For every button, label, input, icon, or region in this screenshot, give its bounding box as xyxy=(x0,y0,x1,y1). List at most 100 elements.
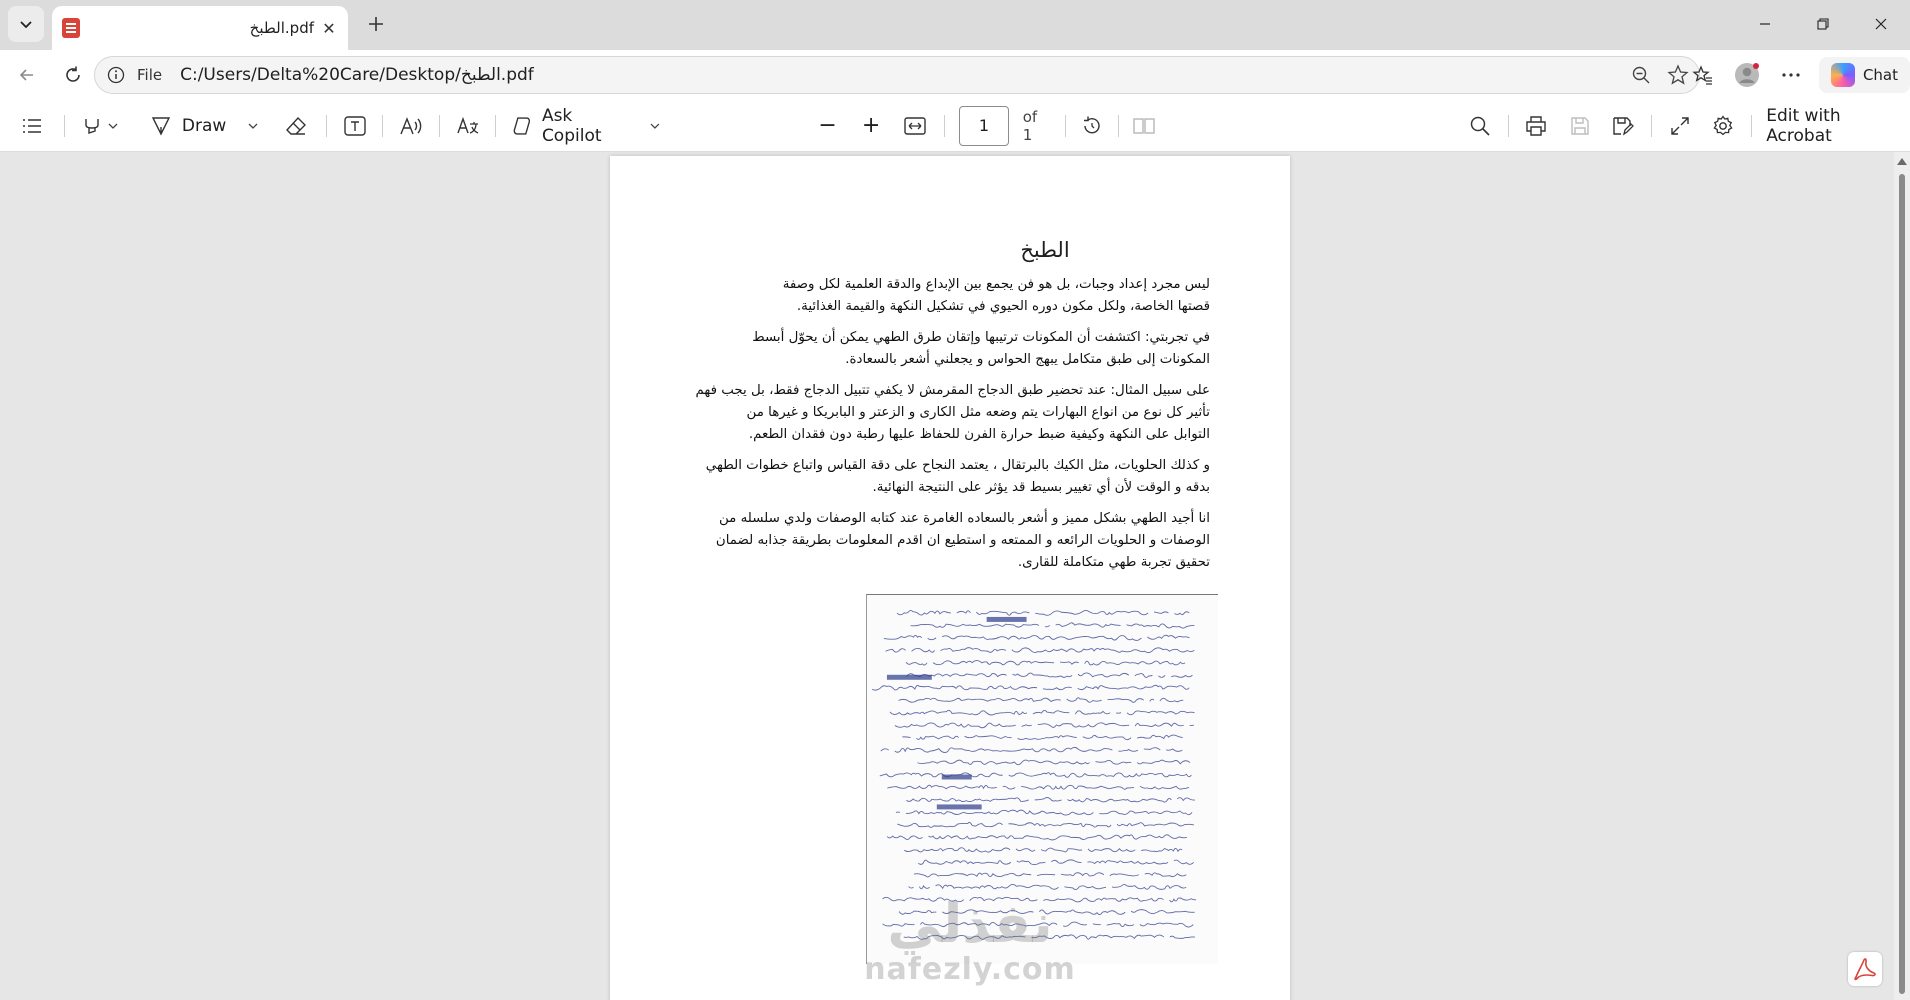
save-button xyxy=(1560,106,1600,146)
add-text-button[interactable] xyxy=(335,106,375,146)
fit-to-page-button[interactable] xyxy=(895,106,935,146)
acrobat-button[interactable] xyxy=(1848,952,1882,986)
address-bar[interactable]: File C:/Users/Delta%20Care/Desktop/الطبخ… xyxy=(94,56,1700,94)
restore-button[interactable] xyxy=(1794,0,1852,48)
handwriting-stroke xyxy=(871,684,1190,691)
rotate-button[interactable] xyxy=(1072,106,1112,146)
handwritten-manuscript-image xyxy=(866,594,1218,964)
scroll-up-arrow[interactable] xyxy=(1897,158,1907,165)
toolbar-separator xyxy=(1651,114,1653,137)
profile-icon xyxy=(1734,63,1759,87)
handwriting-stroke xyxy=(913,872,1187,878)
draw-icon xyxy=(151,116,171,136)
save-as-button[interactable] xyxy=(1604,106,1644,146)
handwriting-stroke xyxy=(887,784,1190,790)
handwriting-stroke xyxy=(898,909,1195,916)
paragraph-line: الوصفات و الحلويات الرائعه و الممتعه و ا… xyxy=(715,533,1210,548)
chevron-down-icon xyxy=(108,123,118,129)
paragraph-line: المكونات إلى طبق متكامل يبهج الحواس و يج… xyxy=(845,352,1210,367)
copilot-icon xyxy=(1830,63,1855,87)
handwriting-stroke xyxy=(889,709,1195,716)
title-bar: الطبخ.pdf ✕ xyxy=(0,0,1910,50)
handwriting-stroke xyxy=(900,661,1185,665)
fullscreen-button[interactable] xyxy=(1660,106,1700,146)
handwriting-stroke xyxy=(885,647,1195,654)
site-info-button[interactable] xyxy=(105,64,127,86)
tab-list-icon xyxy=(20,21,32,29)
highlight-button[interactable] xyxy=(73,106,128,146)
save-icon xyxy=(1571,116,1589,135)
handwriting-stroke xyxy=(905,623,1195,628)
print-button[interactable] xyxy=(1517,106,1557,146)
zoom-in-button[interactable]: + xyxy=(851,106,891,146)
translate-icon xyxy=(456,116,478,134)
find-button[interactable] xyxy=(1460,106,1500,146)
eraser-button[interactable] xyxy=(276,106,316,146)
more-button[interactable] xyxy=(1769,55,1813,95)
search-icon xyxy=(1470,116,1490,136)
back-button[interactable] xyxy=(10,58,44,92)
page-total-label: of 1 xyxy=(1022,107,1038,144)
favorites-icon xyxy=(1692,65,1712,85)
read-aloud-button[interactable] xyxy=(391,106,431,146)
toolbar-separator xyxy=(382,114,384,137)
profile-button[interactable] xyxy=(1725,55,1769,95)
zoom-out-button[interactable]: − xyxy=(808,106,848,146)
chat-label: Chat xyxy=(1862,66,1898,84)
copilot-chat-button[interactable]: Chat xyxy=(1818,57,1910,93)
window-close-icon xyxy=(1875,18,1887,30)
draw-button[interactable]: Draw xyxy=(150,106,258,146)
paragraph-3: على سبيل المثال: عند تحضير طبق الدجاج ال… xyxy=(670,380,1211,446)
scrollbar-thumb[interactable] xyxy=(1899,174,1905,994)
paragraph-line: تأثير كل نوع من انواع البهارات يتم وضعه … xyxy=(746,405,1210,420)
edit-with-acrobat-button[interactable]: Edit with Acrobat xyxy=(1766,106,1910,146)
toolbar-right: Chat xyxy=(1681,50,1910,100)
window-close-button[interactable] xyxy=(1852,0,1910,48)
favorites-button[interactable] xyxy=(1681,55,1725,95)
pdf-viewer[interactable]: الطبخ ليس مجرد إعداد وجبات، بل هو فن يجم… xyxy=(0,152,1910,1000)
handwriting-stroke xyxy=(918,859,1194,866)
browser-tab-active[interactable]: الطبخ.pdf ✕ xyxy=(52,6,348,50)
pdf-settings-button[interactable] xyxy=(1704,106,1744,146)
ink-scratch xyxy=(941,774,972,780)
paragraph-line: التوابل على النكهة وكيفية ضبط حرارة الفر… xyxy=(748,427,1210,442)
print-icon xyxy=(1526,115,1547,136)
back-icon xyxy=(19,69,33,81)
copilot-icon xyxy=(513,116,531,135)
save-as-icon xyxy=(1613,116,1635,135)
minimize-button[interactable] xyxy=(1736,0,1794,48)
handwriting-stroke xyxy=(903,934,1196,940)
handwriting-stroke xyxy=(917,759,1191,766)
page-number-input[interactable]: 1 xyxy=(959,105,1009,146)
ask-copilot-button[interactable]: Ask Copilot xyxy=(510,106,660,146)
ink-scratch xyxy=(986,616,1027,622)
paragraph-4: و كذلك الحلويات، مثل الكيك بالبرتقال ، ي… xyxy=(670,455,1210,499)
text-box-icon xyxy=(343,115,366,136)
paragraph-5: انا أجيد الطهي بشكل مميز و أشعر بالسعاده… xyxy=(670,508,1210,574)
handwriting-scan xyxy=(871,610,1218,940)
url-text[interactable]: C:/Users/Delta%20Care/Desktop/الطبخ.pdf xyxy=(180,65,534,85)
handwriting-stroke xyxy=(879,772,1192,778)
pdf-page: الطبخ ليس مجرد إعداد وجبات، بل هو فن يجم… xyxy=(610,156,1290,1000)
translate-button[interactable] xyxy=(448,106,488,146)
tab-close-button[interactable]: ✕ xyxy=(320,19,338,38)
restore-icon xyxy=(1817,18,1829,30)
toolbar-separator xyxy=(325,114,327,137)
read-aloud-icon xyxy=(400,116,422,134)
handwriting-stroke xyxy=(880,746,1183,753)
zoom-icon[interactable] xyxy=(1631,65,1651,85)
chevron-down-icon xyxy=(650,123,660,129)
vertical-scrollbar[interactable] xyxy=(1894,152,1910,1000)
new-tab-button[interactable] xyxy=(362,10,390,38)
plus-icon xyxy=(369,17,383,31)
tab-list-button[interactable] xyxy=(8,6,44,42)
page-number-value: 1 xyxy=(978,116,990,135)
paragraph-line: تحقيق تجربة طهي متكاملة للقارى. xyxy=(1017,555,1210,570)
contents-button[interactable] xyxy=(14,106,50,146)
refresh-button[interactable] xyxy=(56,58,90,92)
handwriting-stroke xyxy=(898,697,1184,703)
toolbar-separator xyxy=(63,114,65,137)
more-icon xyxy=(1782,73,1800,77)
contents-icon xyxy=(22,118,41,133)
toolbar-separator xyxy=(495,114,497,137)
